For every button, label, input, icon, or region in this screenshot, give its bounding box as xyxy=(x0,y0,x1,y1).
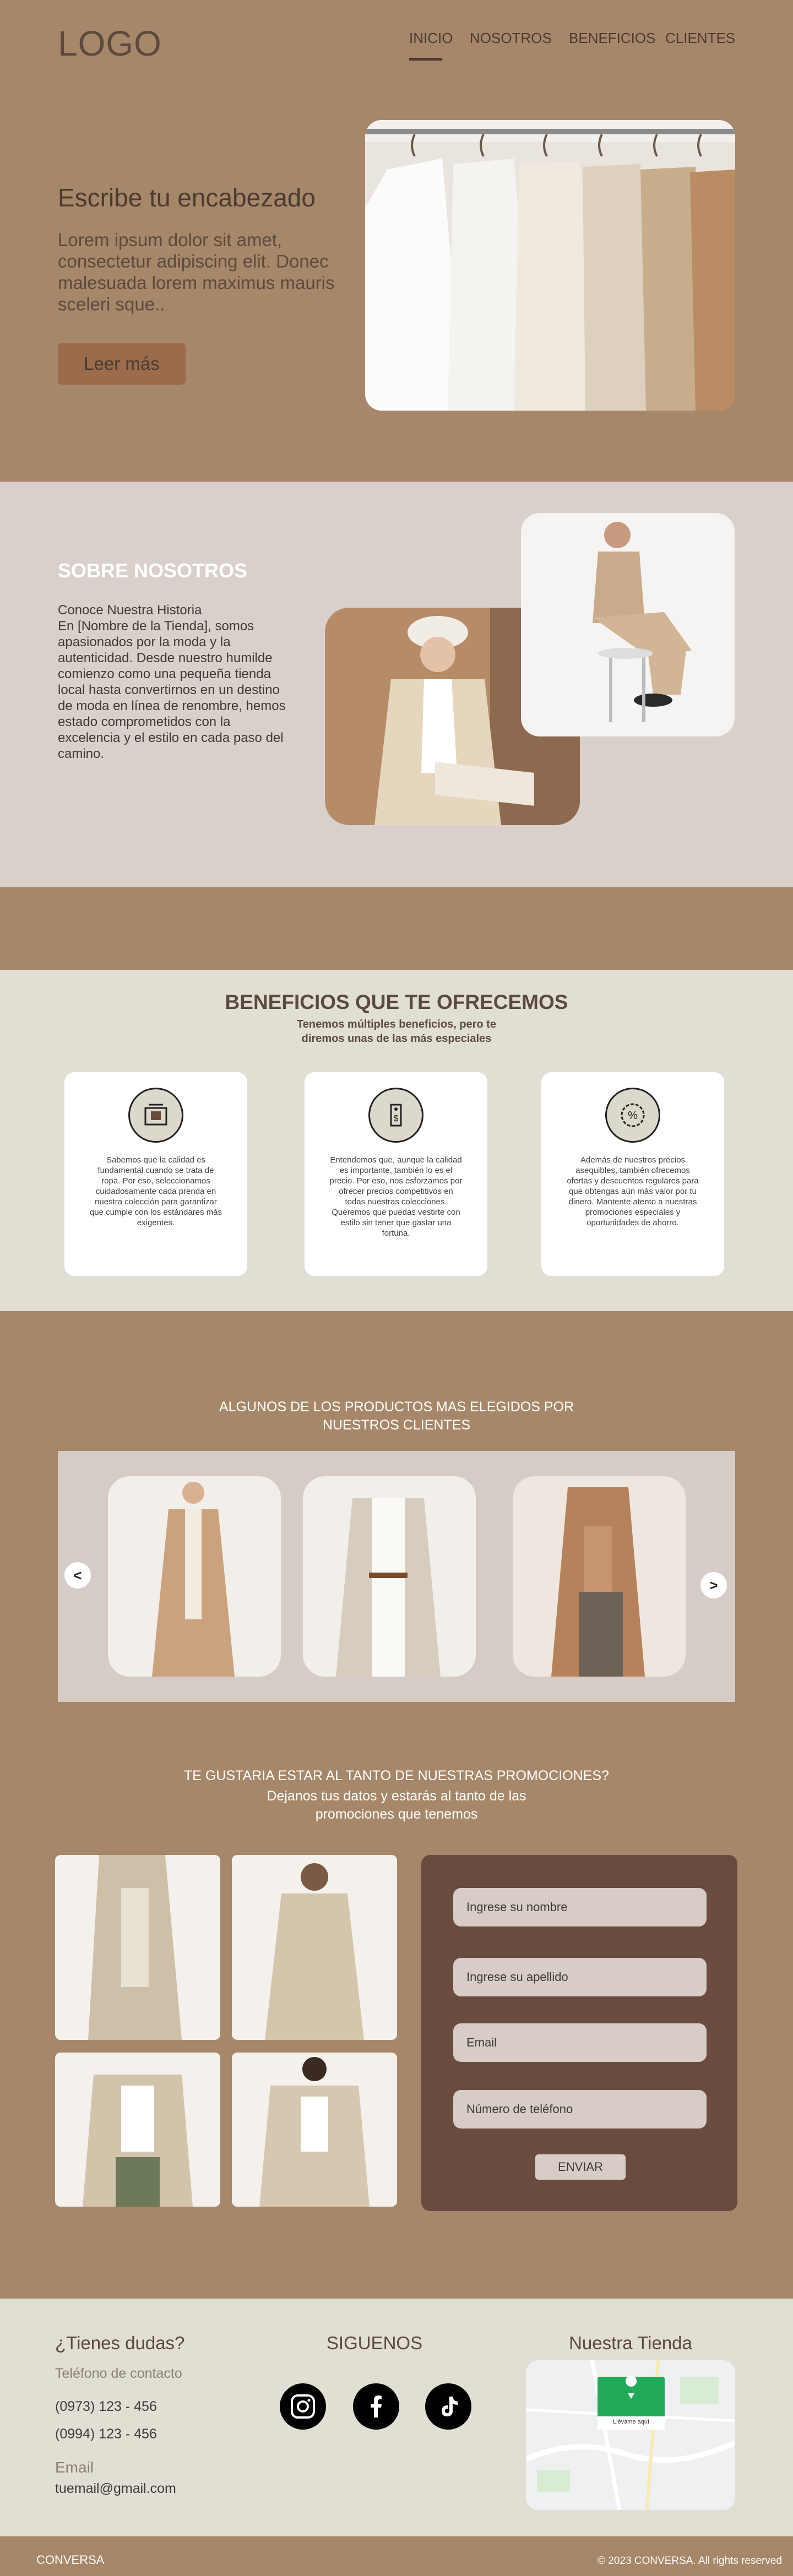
questions-heading: ¿Tienes dudas? xyxy=(55,2333,185,2353)
benefit-card-price: $ Entendemos que, aunque la calidad es i… xyxy=(305,1072,487,1276)
instagram-icon[interactable] xyxy=(280,2383,326,2430)
svg-text:$: $ xyxy=(394,1114,399,1123)
quality-machine-icon xyxy=(128,1088,183,1143)
gallery-image-3 xyxy=(55,2053,220,2207)
benefit-card-quality: Sabemos que la calidad es fundamental cu… xyxy=(64,1072,247,1276)
phone-2[interactable]: (0994) 123 - 456 xyxy=(55,2426,157,2442)
facebook-icon[interactable] xyxy=(353,2383,399,2430)
email-label: Email xyxy=(55,2459,94,2476)
phone-1[interactable]: (0973) 123 - 456 xyxy=(55,2399,157,2415)
nav-inicio[interactable]: INICIO xyxy=(409,30,453,47)
about-title: SOBRE NOSOTROS xyxy=(58,559,248,582)
products-title: ALGUNOS DE LOS PRODUCTOS MAS ELEGIDOS PO… xyxy=(219,1399,574,1433)
gallery-image-4 xyxy=(232,2053,397,2207)
copyright: © 2023 CONVERSA. All rights reserved xyxy=(597,2555,782,2567)
follow-heading: SIGUENOS xyxy=(326,2333,423,2353)
carousel-next-button[interactable]: > xyxy=(700,1572,727,1598)
gallery-image-1 xyxy=(55,1855,220,2040)
benefit-text-quality: Sabemos que la calidad es fundamental cu… xyxy=(89,1155,222,1227)
price-tag-icon: $ xyxy=(368,1088,423,1143)
benefit-text-discount: Además de nuestros precios asequibles, t… xyxy=(567,1155,699,1227)
logo[interactable]: LOGO xyxy=(58,23,162,64)
email-link[interactable]: tuemail@gmail.com xyxy=(55,2481,176,2497)
product-card-2[interactable] xyxy=(303,1476,476,1677)
first-name-input[interactable]: Ingrese su nombre xyxy=(453,1888,707,1926)
map-link-label[interactable]: Llévame aquí xyxy=(598,2419,665,2425)
benefit-text-price: Entendemos que, aunque la calidad es imp… xyxy=(329,1155,463,1238)
promos-subtitle: Dejanos tus datos y estarás al tanto de … xyxy=(267,1788,526,1822)
benefits-subtitle: Tenemos múltiples beneficios, pero te di… xyxy=(297,1018,496,1045)
subscribe-form: Ingrese su nombre Ingrese su apellido Em… xyxy=(421,1855,737,2211)
nav-clientes[interactable]: CLIENTES xyxy=(665,30,735,47)
nav-active-indicator xyxy=(409,58,442,61)
benefits-title: BENEFICIOS QUE TE OFRECEMOS xyxy=(225,991,568,1013)
svg-text:%: % xyxy=(628,1110,638,1122)
contact-label: Teléfono de contacto xyxy=(55,2366,182,2381)
hero-clothes-rack-image xyxy=(365,120,735,411)
product-card-3[interactable] xyxy=(513,1476,686,1677)
store-heading: Nuestra Tienda xyxy=(569,2333,692,2353)
gallery-image-2 xyxy=(232,1855,397,2040)
hero-title: Escribe tu encabezado xyxy=(58,183,316,212)
store-map[interactable] xyxy=(526,2360,735,2510)
phone-input[interactable]: Número de teléfono xyxy=(453,2090,707,2129)
about-image-suit xyxy=(521,513,735,736)
last-name-input[interactable]: Ingrese su apellido xyxy=(453,1958,707,1996)
tiktok-icon[interactable] xyxy=(425,2383,471,2430)
product-card-1[interactable] xyxy=(108,1476,281,1677)
promos-title: TE GUSTARIA ESTAR AL TANTO DE NUESTRAS P… xyxy=(184,1768,609,1783)
benefit-card-discount: % Además de nuestros precios asequibles,… xyxy=(541,1072,724,1276)
discount-badge-icon: % xyxy=(605,1088,660,1143)
carousel-prev-button[interactable]: < xyxy=(64,1562,91,1589)
nav-beneficios[interactable]: BENEFICIOS xyxy=(569,30,655,47)
hero-text: Lorem ipsum dolor sit amet, consectetur … xyxy=(58,230,335,314)
footer-brand: CONVERSA xyxy=(36,2553,105,2567)
nav-nosotros[interactable]: NOSOTROS xyxy=(470,30,552,47)
about-text: Conoce Nuestra Historia En [Nombre de la… xyxy=(58,603,286,761)
read-more-button[interactable]: Leer más xyxy=(58,343,186,385)
email-input[interactable]: Email xyxy=(453,2023,707,2062)
send-button[interactable]: ENVIAR xyxy=(535,2154,626,2180)
